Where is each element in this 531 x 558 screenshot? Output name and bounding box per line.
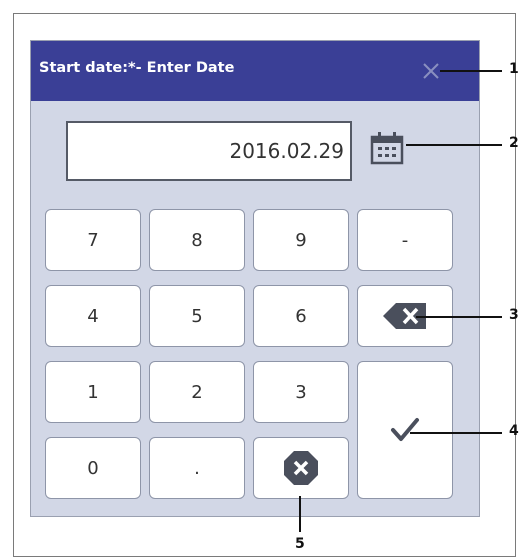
key-2[interactable]: 2 — [149, 361, 245, 423]
key-7[interactable]: 7 — [45, 209, 141, 271]
enter-date-dialog: Start date:*- Enter Date 7 8 9 - 4 5 6 — [30, 40, 480, 517]
checkmark-icon — [391, 418, 419, 441]
key-4[interactable]: 4 — [45, 285, 141, 347]
callout-line-3 — [416, 316, 502, 318]
callout-line-1 — [440, 70, 502, 72]
clear-button[interactable] — [253, 437, 349, 499]
date-input[interactable] — [66, 121, 352, 181]
dialog-header: Start date:*- Enter Date — [31, 41, 479, 101]
key-9[interactable]: 9 — [253, 209, 349, 271]
key-minus[interactable]: - — [357, 209, 453, 271]
callout-1: 1 — [509, 61, 519, 77]
callout-line-4 — [410, 432, 502, 434]
callout-line-5 — [299, 496, 301, 532]
clear-icon — [284, 451, 318, 485]
calendar-icon — [370, 132, 404, 165]
callout-line-2 — [406, 144, 502, 146]
key-0[interactable]: 0 — [45, 437, 141, 499]
key-5[interactable]: 5 — [149, 285, 245, 347]
callout-2: 2 — [509, 135, 519, 151]
key-6[interactable]: 6 — [253, 285, 349, 347]
dialog-title: Start date:*- Enter Date — [39, 60, 235, 76]
callout-3: 3 — [509, 307, 519, 323]
confirm-button[interactable] — [357, 361, 453, 499]
key-decimal[interactable]: . — [149, 437, 245, 499]
callout-5: 5 — [295, 536, 305, 552]
callout-4: 4 — [509, 423, 519, 439]
key-3[interactable]: 3 — [253, 361, 349, 423]
calendar-button[interactable] — [369, 130, 405, 166]
key-8[interactable]: 8 — [149, 209, 245, 271]
key-1[interactable]: 1 — [45, 361, 141, 423]
